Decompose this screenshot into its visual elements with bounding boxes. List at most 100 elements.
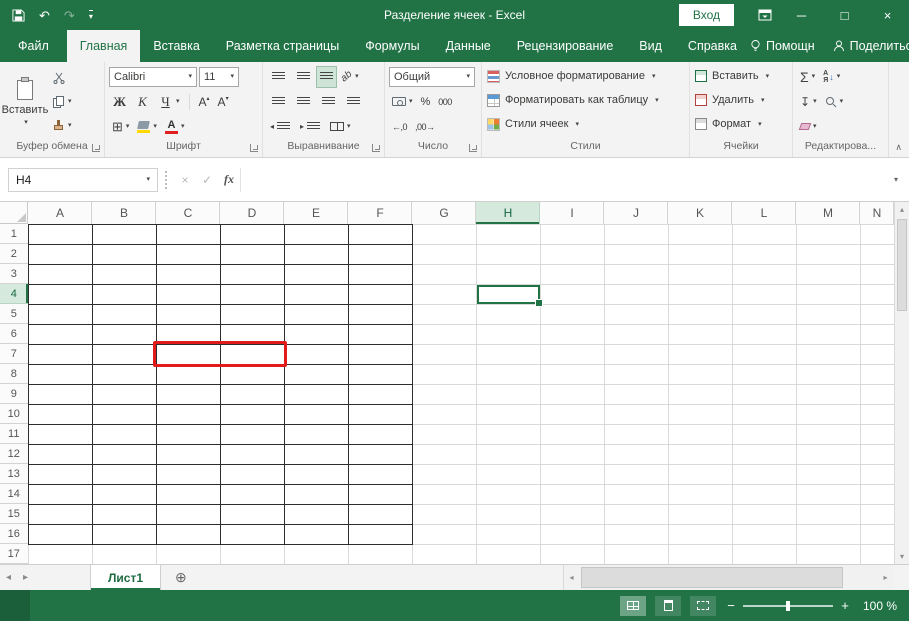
normal-view-button[interactable]: [620, 596, 646, 616]
cell-K14[interactable]: [668, 484, 732, 504]
cell-H15[interactable]: [476, 504, 540, 524]
cell-M6[interactable]: [796, 324, 860, 344]
cell-H1[interactable]: [476, 224, 540, 244]
cell-K9[interactable]: [668, 384, 732, 404]
cell-E13[interactable]: [284, 464, 348, 484]
cell-D5[interactable]: [220, 304, 284, 324]
page-layout-view-button[interactable]: [655, 596, 681, 616]
format-cells-button[interactable]: Формат ▾: [690, 112, 767, 136]
cell-F2[interactable]: [348, 244, 412, 264]
cell-G3[interactable]: [412, 264, 476, 284]
cell-E3[interactable]: [284, 264, 348, 284]
cell-L2[interactable]: [732, 244, 796, 264]
cell-N14[interactable]: [860, 484, 894, 504]
cell-I2[interactable]: [540, 244, 604, 264]
cell-J4[interactable]: [604, 284, 668, 304]
cell-H9[interactable]: [476, 384, 540, 404]
cell-B1[interactable]: [92, 224, 156, 244]
cell-G10[interactable]: [412, 404, 476, 424]
cell-L11[interactable]: [732, 424, 796, 444]
cell-H14[interactable]: [476, 484, 540, 504]
column-header-H[interactable]: H: [476, 202, 540, 224]
cell-N9[interactable]: [860, 384, 894, 404]
cell-F14[interactable]: [348, 484, 412, 504]
cell-C8[interactable]: [156, 364, 220, 384]
cell-H17[interactable]: [476, 544, 540, 564]
cell-E5[interactable]: [284, 304, 348, 324]
cell-C4[interactable]: [156, 284, 220, 304]
cell-H7[interactable]: [476, 344, 540, 364]
decrease-font-size-button[interactable]: A▾: [215, 92, 232, 112]
cell-M15[interactable]: [796, 504, 860, 524]
autosum-button[interactable]: Σ▾: [797, 67, 818, 87]
align-center-button[interactable]: [292, 92, 315, 112]
column-header-M[interactable]: M: [796, 202, 860, 224]
cell-D8[interactable]: [220, 364, 284, 384]
cell-L5[interactable]: [732, 304, 796, 324]
cell-G15[interactable]: [412, 504, 476, 524]
percent-style-button[interactable]: %: [418, 92, 434, 112]
cell-A2[interactable]: [28, 244, 92, 264]
align-top-button[interactable]: [267, 67, 290, 87]
font-color-button[interactable]: А▾: [162, 117, 188, 137]
cell-I14[interactable]: [540, 484, 604, 504]
cell-M8[interactable]: [796, 364, 860, 384]
scroll-down-button[interactable]: ▾: [895, 549, 909, 564]
column-header-A[interactable]: A: [28, 202, 92, 224]
row-header-17[interactable]: 17: [0, 544, 28, 564]
cell-M10[interactable]: [796, 404, 860, 424]
cell-H4[interactable]: [476, 284, 540, 304]
cell-G5[interactable]: [412, 304, 476, 324]
font-family-select[interactable]: Calibri ▾: [109, 67, 197, 87]
customize-quick-access-button[interactable]: ▾: [89, 10, 93, 21]
cell-G6[interactable]: [412, 324, 476, 344]
column-header-E[interactable]: E: [284, 202, 348, 224]
column-header-N[interactable]: N: [860, 202, 894, 224]
increase-indent-button[interactable]: ▸: [297, 117, 325, 137]
cell-N12[interactable]: [860, 444, 894, 464]
cell-J9[interactable]: [604, 384, 668, 404]
cell-M4[interactable]: [796, 284, 860, 304]
merge-center-button[interactable]: ▾: [327, 117, 354, 137]
cell-D1[interactable]: [220, 224, 284, 244]
cell-H11[interactable]: [476, 424, 540, 444]
cell-A12[interactable]: [28, 444, 92, 464]
sheet-tab-list1[interactable]: Лист1: [90, 565, 161, 590]
cell-E11[interactable]: [284, 424, 348, 444]
cell-A4[interactable]: [28, 284, 92, 304]
cell-K3[interactable]: [668, 264, 732, 284]
scroll-left-button[interactable]: ◂: [564, 570, 579, 585]
bold-button[interactable]: Ж: [109, 92, 130, 112]
tab-formulas[interactable]: Формулы: [352, 30, 432, 62]
row-header-1[interactable]: 1: [0, 224, 28, 244]
tab-home[interactable]: Главная: [67, 30, 141, 62]
cell-A7[interactable]: [28, 344, 92, 364]
borders-button[interactable]: ⊞▾: [109, 117, 132, 137]
copy-button[interactable]: ▾: [50, 92, 75, 112]
cell-N10[interactable]: [860, 404, 894, 424]
cell-B17[interactable]: [92, 544, 156, 564]
cell-D4[interactable]: [220, 284, 284, 304]
cell-B11[interactable]: [92, 424, 156, 444]
cell-L10[interactable]: [732, 404, 796, 424]
cell-B13[interactable]: [92, 464, 156, 484]
font-size-select[interactable]: 11 ▾: [199, 67, 239, 87]
cell-F5[interactable]: [348, 304, 412, 324]
wrap-text-button[interactable]: [342, 92, 365, 112]
increase-decimal-button[interactable]: ←,0: [389, 117, 410, 137]
increase-font-size-button[interactable]: A▴: [196, 92, 213, 112]
cell-A13[interactable]: [28, 464, 92, 484]
cell-D16[interactable]: [220, 524, 284, 544]
cell-I15[interactable]: [540, 504, 604, 524]
cell-L1[interactable]: [732, 224, 796, 244]
cell-D17[interactable]: [220, 544, 284, 564]
cell-C16[interactable]: [156, 524, 220, 544]
cell-H13[interactable]: [476, 464, 540, 484]
cell-N5[interactable]: [860, 304, 894, 324]
format-painter-button[interactable]: ▾: [50, 116, 75, 136]
row-header-2[interactable]: 2: [0, 244, 28, 264]
cell-K11[interactable]: [668, 424, 732, 444]
ribbon-display-options-button[interactable]: [750, 8, 780, 22]
cell-I1[interactable]: [540, 224, 604, 244]
cell-F13[interactable]: [348, 464, 412, 484]
